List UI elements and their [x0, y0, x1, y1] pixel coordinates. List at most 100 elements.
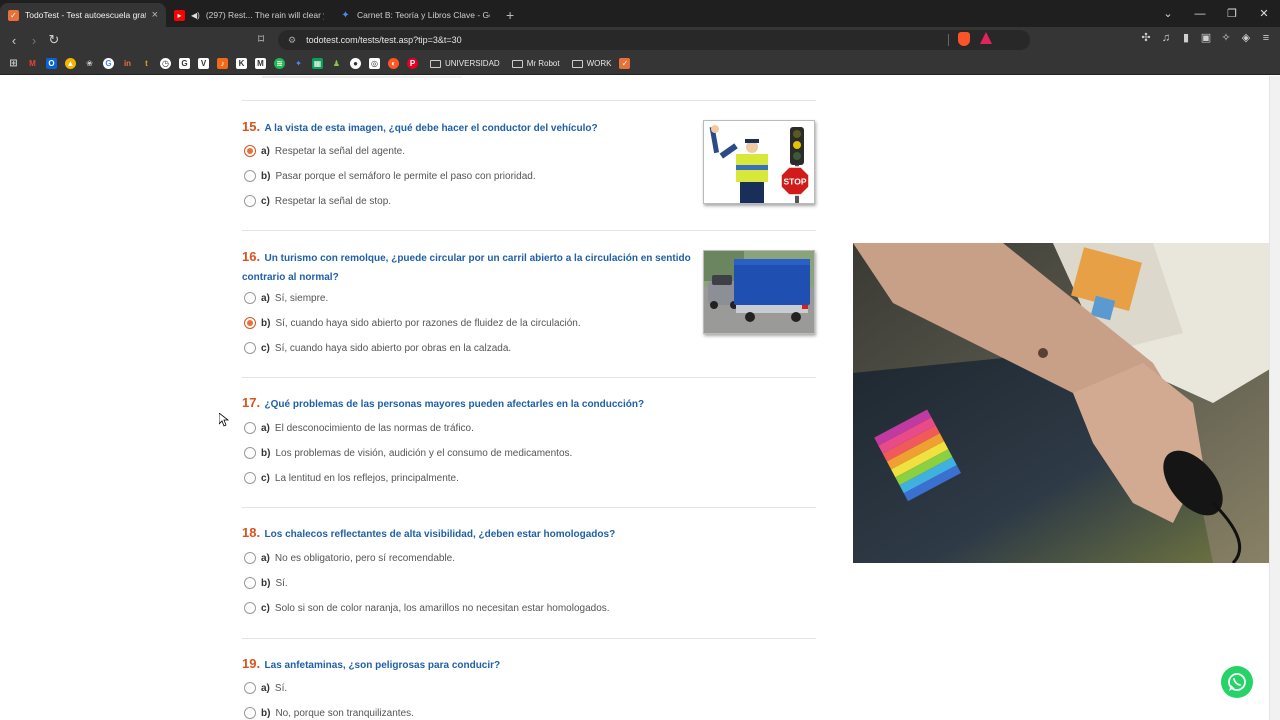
- bookmark-t-icon[interactable]: t: [141, 58, 152, 69]
- back-icon[interactable]: ‹: [4, 33, 24, 48]
- bookmark-star-icon[interactable]: ✦: [293, 58, 304, 69]
- option-15-c[interactable]: c) Respetar la señal de stop.: [244, 195, 391, 207]
- site-info-icon[interactable]: ⚙: [288, 35, 296, 46]
- toolbar-actions: ✣ ♫ ▮ ▣ ✧ ◈ ≡: [1140, 32, 1272, 45]
- todotest-bookmark-icon[interactable]: ✓: [619, 58, 631, 69]
- option-18-a[interactable]: a) No es obligatorio, pero sí recomendabl…: [244, 552, 455, 564]
- tab-title: (297) Rest... The rain will clear you: [205, 10, 324, 20]
- radio[interactable]: [244, 292, 256, 304]
- whatsapp-chat-button[interactable]: [1221, 666, 1253, 698]
- option-15-a[interactable]: a) Respetar la señal del agente.: [244, 145, 405, 157]
- vinted-icon[interactable]: V: [198, 58, 209, 69]
- question-divider: [242, 230, 816, 231]
- page-scrollbar[interactable]: [1269, 76, 1280, 720]
- radio[interactable]: [244, 342, 256, 354]
- bookmark-folder-universidad[interactable]: UNIVERSIDAD: [430, 59, 500, 68]
- option-16-b[interactable]: b) Sí, cuando haya sido abierto por razon…: [244, 317, 581, 329]
- option-17-c[interactable]: c) La lentitud en los reflejos, principal…: [244, 472, 459, 484]
- gmail-icon[interactable]: M: [27, 58, 38, 69]
- sheets-icon[interactable]: ▦: [312, 58, 323, 69]
- tab-search-icon[interactable]: ⌄: [1152, 7, 1184, 20]
- option-19-a[interactable]: a) Sí.: [244, 682, 287, 694]
- bookmark-k-icon[interactable]: K: [236, 58, 247, 69]
- bookmarks-bar: ⊞ M O ▲ ❀ G in t ◷ G V ♪ K M ≋ ✦ ▦ ♟ ● ◎…: [0, 53, 1280, 75]
- extensions-icon[interactable]: ✣: [1140, 32, 1152, 45]
- bookmark-circle-icon[interactable]: ●: [350, 58, 361, 69]
- question-divider: [242, 100, 816, 101]
- pinterest-icon[interactable]: P: [407, 58, 418, 69]
- question-divider: [242, 507, 816, 508]
- clock-icon[interactable]: ◷: [160, 58, 171, 69]
- outlook-icon[interactable]: O: [46, 58, 57, 69]
- media-icon[interactable]: ♫: [1160, 32, 1172, 45]
- option-18-b[interactable]: b) Sí.: [244, 577, 288, 589]
- radio-selected[interactable]: [244, 145, 256, 157]
- option-18-c[interactable]: c) Solo si son de color naranja, los amar…: [244, 602, 610, 614]
- url-text: todotest.com/tests/test.asp?tip=3&t=30: [306, 35, 462, 45]
- radio-selected[interactable]: [244, 317, 256, 329]
- chatgpt-icon[interactable]: ❀: [84, 58, 95, 69]
- bookmark-m-icon[interactable]: M: [255, 58, 266, 69]
- tab-todotest[interactable]: ✓ TodoTest - Test autoescuela grati ×: [0, 3, 166, 27]
- browser-toolbar: ‹ › ↻ ⌑ ⚙ todotest.com/tests/test.asp?ti…: [0, 27, 1280, 53]
- radio[interactable]: [244, 195, 256, 207]
- folder-label: WORK: [586, 59, 612, 68]
- bookmark-folder-mr-robot[interactable]: Mr Robot: [511, 59, 560, 68]
- radio[interactable]: [244, 707, 256, 719]
- car-trailer-photo: [704, 251, 814, 333]
- radio[interactable]: [244, 682, 256, 694]
- radio[interactable]: [244, 472, 256, 484]
- bookmark-swirl-icon[interactable]: ◐: [388, 58, 399, 69]
- bookmark-figure-icon[interactable]: ♟: [331, 58, 342, 69]
- wallet-icon[interactable]: ▣: [1200, 32, 1212, 45]
- option-16-c[interactable]: c) Sí, cuando haya sido abierto por obras…: [244, 342, 511, 354]
- question-19: 19. Las anfetaminas, ¿son peligrosas par…: [242, 655, 816, 719]
- question-text: Los chalecos reflectantes de alta visibi…: [264, 529, 616, 540]
- radio[interactable]: [244, 552, 256, 564]
- instagram-icon[interactable]: ◎: [369, 58, 380, 69]
- radio[interactable]: [244, 170, 256, 182]
- question-number: 17.: [242, 395, 261, 410]
- reload-icon[interactable]: ↻: [44, 32, 64, 48]
- radio[interactable]: [244, 422, 256, 434]
- vpn-icon[interactable]: ◈: [1240, 32, 1252, 45]
- apps-grid-icon[interactable]: ⊞: [8, 58, 19, 69]
- sidebar-icon[interactable]: ▮: [1180, 32, 1192, 45]
- question-divider: [242, 377, 816, 378]
- linkedin-icon[interactable]: in: [122, 58, 133, 69]
- question-18: 18. Los chalecos reflectantes de alta vi…: [242, 524, 816, 614]
- brave-shield-icon[interactable]: [958, 32, 970, 46]
- google-icon[interactable]: G: [103, 58, 114, 69]
- option-17-b[interactable]: b) Los problemas de visión, audición y el…: [244, 447, 572, 459]
- radio[interactable]: [244, 447, 256, 459]
- page-content: 15. A la vista de esta imagen, ¿qué debe…: [0, 76, 1280, 720]
- bookmark-folder-work[interactable]: WORK: [571, 59, 612, 68]
- close-window-icon[interactable]: ✕: [1248, 7, 1280, 20]
- question-number: 18.: [242, 525, 261, 540]
- tab-gemini[interactable]: ✦ Carnet B: Teoría y Libros Clave - Goo: [332, 3, 498, 27]
- spotify-icon[interactable]: ≋: [274, 58, 285, 69]
- bookmark-orange-icon[interactable]: ♪: [217, 58, 228, 69]
- leo-ai-icon[interactable]: ✧: [1220, 32, 1232, 45]
- option-17-a[interactable]: a) El desconocimiento de las normas de tr…: [244, 422, 474, 434]
- forward-icon[interactable]: ›: [24, 33, 44, 48]
- google-g-icon[interactable]: G: [179, 58, 190, 69]
- menu-icon[interactable]: ≡: [1260, 32, 1272, 45]
- speaker-icon[interactable]: ◀): [191, 11, 200, 20]
- bookmark-page-icon[interactable]: ⌑: [258, 32, 264, 46]
- radio[interactable]: [244, 602, 256, 614]
- new-tab-button[interactable]: +: [498, 7, 522, 27]
- address-bar[interactable]: ⚙ todotest.com/tests/test.asp?tip=3&t=30: [278, 30, 1030, 50]
- brave-rewards-icon[interactable]: [980, 32, 992, 44]
- option-15-b[interactable]: b) Pasar porque el semáforo le permite el…: [244, 170, 536, 182]
- close-tab-icon[interactable]: ×: [152, 9, 158, 21]
- restore-icon[interactable]: ❐: [1216, 7, 1248, 20]
- radio[interactable]: [244, 577, 256, 589]
- tab-youtube[interactable]: ▸ ◀) (297) Rest... The rain will clear y…: [166, 3, 332, 27]
- tab-title: TodoTest - Test autoescuela grati: [25, 10, 146, 20]
- drive-icon[interactable]: ▲: [65, 58, 76, 69]
- option-16-a[interactable]: a) Sí, siempre.: [244, 292, 328, 304]
- minimize-icon[interactable]: —: [1184, 8, 1216, 20]
- option-19-b[interactable]: b) No, porque son tranquilizantes.: [244, 707, 414, 719]
- tab-strip: ✓ TodoTest - Test autoescuela grati × ▸ …: [0, 0, 1280, 27]
